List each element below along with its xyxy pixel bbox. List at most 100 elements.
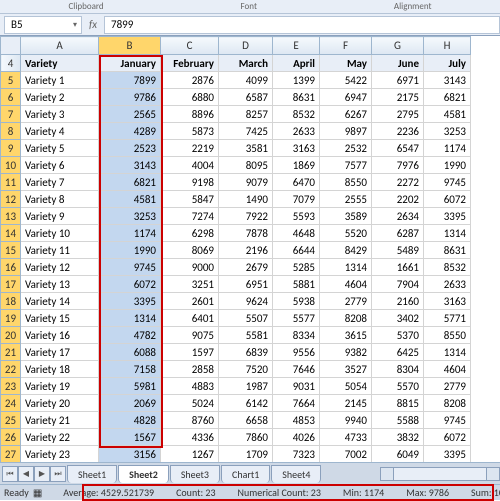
cell[interactable]: 5881 — [273, 276, 320, 293]
cell[interactable]: 4648 — [273, 225, 320, 242]
tab-nav-btn[interactable]: ⏭ — [50, 466, 66, 482]
grid[interactable]: ABCDEFGH4VarietyJanuaryFebruaryMarchApri… — [0, 36, 500, 466]
cell[interactable]: 5054 — [320, 378, 372, 395]
cell[interactable]: 2219 — [161, 140, 219, 157]
row-header-6[interactable]: 6 — [1, 89, 21, 106]
cell[interactable]: 2272 — [372, 174, 424, 191]
cell[interactable]: 2633 — [273, 123, 320, 140]
cell[interactable]: 5771 — [424, 310, 471, 327]
cell[interactable]: 9786 — [99, 89, 161, 106]
cell[interactable]: 3395 — [424, 208, 471, 225]
cell[interactable]: 6971 — [372, 72, 424, 89]
header-cell[interactable]: June — [372, 55, 424, 72]
cell[interactable]: 8760 — [161, 412, 219, 429]
cell[interactable]: 3581 — [219, 140, 273, 157]
cell[interactable]: 8631 — [273, 89, 320, 106]
cell[interactable]: 6049 — [372, 446, 424, 463]
cell[interactable]: Variety 18 — [21, 361, 99, 378]
cell[interactable]: Variety 20 — [21, 395, 99, 412]
header-cell[interactable]: Variety — [21, 55, 99, 72]
cell[interactable]: 7646 — [273, 361, 320, 378]
sheet-tab-sheet2[interactable]: Sheet2 — [118, 465, 169, 483]
cell[interactable]: 8334 — [273, 327, 320, 344]
cell[interactable]: Variety 5 — [21, 140, 99, 157]
cell[interactable]: 5577 — [273, 310, 320, 327]
cell[interactable]: 5581 — [219, 327, 273, 344]
cell[interactable]: 8304 — [372, 361, 424, 378]
cell[interactable]: 3527 — [320, 361, 372, 378]
cell[interactable]: 8550 — [320, 174, 372, 191]
cell[interactable]: 3395 — [424, 446, 471, 463]
cell[interactable]: 6644 — [273, 242, 320, 259]
cell[interactable]: 6658 — [219, 412, 273, 429]
horizontal-scrollbar[interactable] — [380, 467, 500, 481]
cell[interactable]: 7520 — [219, 361, 273, 378]
cell[interactable]: 5422 — [320, 72, 372, 89]
cell[interactable]: 1869 — [273, 157, 320, 174]
cell[interactable]: 8069 — [161, 242, 219, 259]
cell[interactable]: 1990 — [424, 157, 471, 174]
cell[interactable]: Variety 23 — [21, 446, 99, 463]
cell[interactable]: 4604 — [320, 276, 372, 293]
header-cell[interactable]: May — [320, 55, 372, 72]
sheet-tab-chart1[interactable]: Chart1 — [221, 465, 270, 483]
cell[interactable]: 2601 — [161, 293, 219, 310]
cell[interactable]: 5520 — [320, 225, 372, 242]
row-header-20[interactable]: 20 — [1, 327, 21, 344]
cell[interactable]: 9624 — [219, 293, 273, 310]
cell[interactable]: 5024 — [161, 395, 219, 412]
cell[interactable]: 6401 — [161, 310, 219, 327]
col-header-A[interactable]: A — [21, 37, 99, 55]
cell[interactable]: 9075 — [161, 327, 219, 344]
cell[interactable]: 9745 — [424, 412, 471, 429]
row-header-23[interactable]: 23 — [1, 378, 21, 395]
cell[interactable]: 1661 — [372, 259, 424, 276]
cell[interactable]: 7664 — [273, 395, 320, 412]
cell[interactable]: 1314 — [424, 225, 471, 242]
cell[interactable]: 2795 — [372, 106, 424, 123]
cell[interactable]: 5570 — [372, 378, 424, 395]
cell[interactable]: 4004 — [161, 157, 219, 174]
sheet-tab-sheet1[interactable]: Sheet1 — [67, 465, 117, 483]
cell[interactable]: Variety 16 — [21, 327, 99, 344]
row-header-13[interactable]: 13 — [1, 208, 21, 225]
cell[interactable]: 3143 — [424, 72, 471, 89]
cell[interactable]: 6298 — [161, 225, 219, 242]
cell[interactable]: 5507 — [219, 310, 273, 327]
cell[interactable]: 6587 — [219, 89, 273, 106]
row-header-25[interactable]: 25 — [1, 412, 21, 429]
col-header-C[interactable]: C — [161, 37, 219, 55]
row-header-26[interactable]: 26 — [1, 429, 21, 446]
cell[interactable]: 8532 — [424, 259, 471, 276]
cell[interactable]: 6951 — [219, 276, 273, 293]
row-header-14[interactable]: 14 — [1, 225, 21, 242]
cell[interactable]: 7274 — [161, 208, 219, 225]
cell[interactable]: 7899 — [99, 72, 161, 89]
cell[interactable]: 9556 — [273, 344, 320, 361]
cell[interactable]: 3402 — [372, 310, 424, 327]
header-cell[interactable]: February — [161, 55, 219, 72]
header-cell[interactable]: April — [273, 55, 320, 72]
cell[interactable]: 4289 — [99, 123, 161, 140]
cell[interactable]: 3253 — [424, 123, 471, 140]
cell[interactable]: 8429 — [320, 242, 372, 259]
tab-nav-btn[interactable]: ▶ — [34, 466, 50, 482]
cell[interactable]: Variety 6 — [21, 157, 99, 174]
cell[interactable]: 4026 — [273, 429, 320, 446]
cell[interactable]: 3251 — [161, 276, 219, 293]
cell[interactable]: 4099 — [219, 72, 273, 89]
cell[interactable]: 4853 — [273, 412, 320, 429]
cell[interactable]: 9000 — [161, 259, 219, 276]
cell[interactable]: 1567 — [99, 429, 161, 446]
sheet-tab-sheet3[interactable]: Sheet3 — [170, 465, 220, 483]
cell[interactable]: 6425 — [372, 344, 424, 361]
cell[interactable]: 6880 — [161, 89, 219, 106]
cell[interactable]: 2876 — [161, 72, 219, 89]
cell[interactable]: 6072 — [99, 276, 161, 293]
cell[interactable]: 7577 — [320, 157, 372, 174]
cell[interactable]: Variety 15 — [21, 310, 99, 327]
row-header-5[interactable]: 5 — [1, 72, 21, 89]
row-header-7[interactable]: 7 — [1, 106, 21, 123]
cell[interactable]: 6088 — [99, 344, 161, 361]
cell[interactable]: Variety 3 — [21, 106, 99, 123]
